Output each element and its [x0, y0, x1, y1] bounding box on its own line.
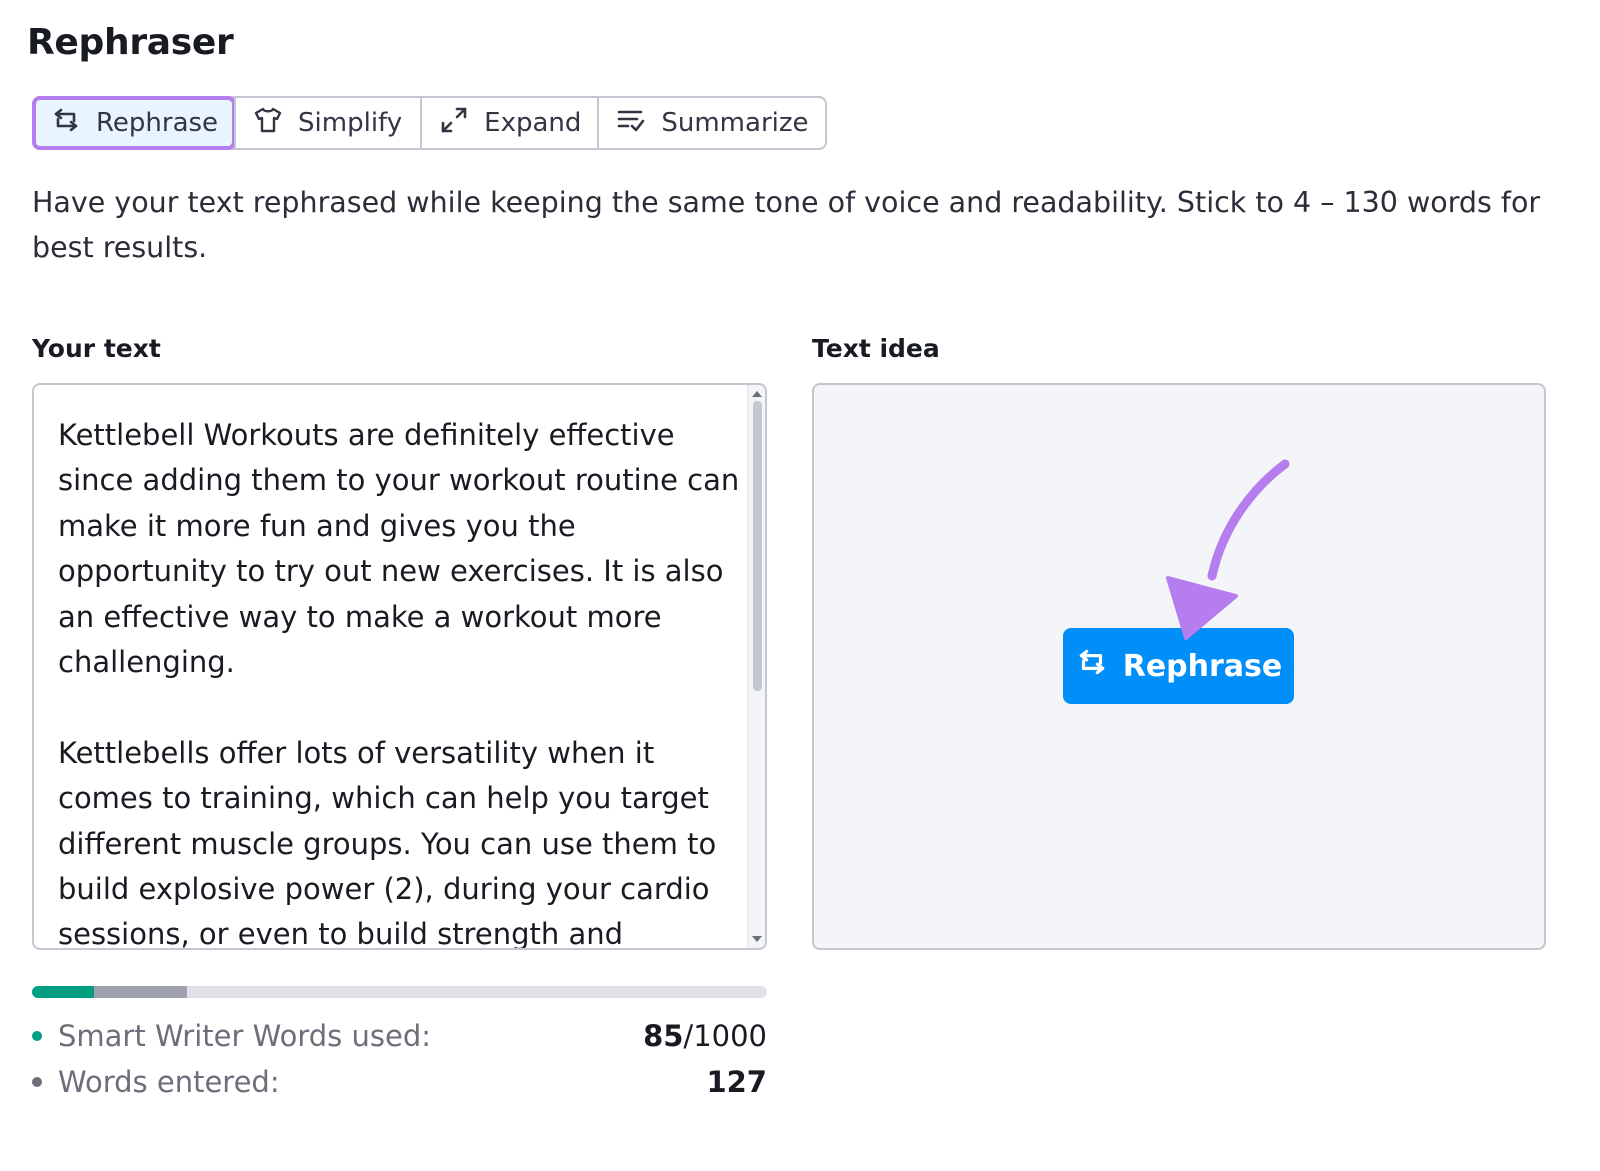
words-used-bar — [32, 986, 94, 998]
words-entered-bar — [94, 986, 187, 998]
words-used-value: 85 — [643, 1019, 684, 1053]
your-text-content[interactable]: Kettlebell Workouts are definitely effec… — [58, 413, 748, 948]
words-used-dot — [32, 1031, 42, 1041]
description-text: Have your text rephrased while keeping t… — [32, 186, 1541, 264]
page-title: Rephraser — [27, 22, 234, 63]
words-entered-stat: Words entered: 127 — [32, 1060, 767, 1104]
annotation-arrow-icon — [1166, 459, 1290, 640]
words-entered-dot — [32, 1077, 42, 1087]
tab-simplify[interactable]: Simplify — [234, 98, 420, 148]
your-text-input[interactable]: Kettlebell Workouts are definitely effec… — [32, 383, 767, 950]
scroll-up-arrow-icon[interactable] — [752, 391, 762, 397]
mode-tabs: Rephrase Simplify Expand Summarize — [31, 96, 827, 150]
rephrase-icon — [50, 104, 82, 143]
tab-simplify-label: Simplify — [298, 108, 403, 138]
words-limit-value: /1000 — [683, 1019, 767, 1053]
scroll-down-arrow-icon[interactable] — [752, 936, 762, 942]
words-entered-label: Words entered: — [58, 1065, 280, 1099]
tab-expand-label: Expand — [484, 108, 582, 138]
tab-summarize[interactable]: Summarize — [597, 98, 824, 148]
shirt-icon — [252, 104, 284, 143]
text-idea-label: Text idea — [812, 334, 940, 363]
word-usage-progress — [32, 986, 767, 998]
words-used-label: Smart Writer Words used: — [58, 1019, 432, 1053]
your-text-label: Your text — [32, 334, 161, 363]
scrollbar-thumb[interactable] — [753, 401, 762, 691]
rephrase-button-label: Rephrase — [1122, 648, 1283, 684]
words-used-stat: Smart Writer Words used: 85 /1000 — [32, 1014, 767, 1058]
summarize-icon — [615, 104, 647, 143]
expand-icon — [438, 104, 470, 143]
tab-rephrase[interactable]: Rephrase — [31, 96, 237, 150]
tab-rephrase-label: Rephrase — [96, 108, 219, 138]
tab-expand[interactable]: Expand — [420, 98, 597, 148]
words-entered-value: 127 — [706, 1065, 767, 1099]
textarea-scrollbar[interactable] — [747, 385, 765, 948]
tab-summarize-label: Summarize — [661, 108, 809, 138]
rephrase-button-icon — [1075, 645, 1109, 687]
